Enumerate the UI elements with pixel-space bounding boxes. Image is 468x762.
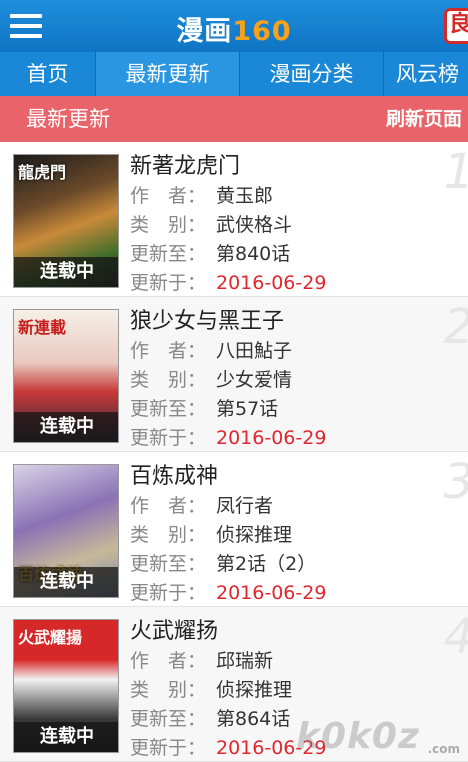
tab-categories[interactable]: 漫画分类: [240, 52, 384, 96]
author-label: 作 者：: [130, 340, 207, 362]
comic-list: 龍虎門 连载中 新著龙虎门 作 者： 黄玉郎 类 别： 武侠格斗 更新至： 第840话…: [0, 142, 468, 762]
list-item[interactable]: 新連載 连载中 狼少女与黑王子 作 者： 八田鮎子 类 别： 少女爱情 更新至： 第5…: [0, 297, 468, 452]
cover-title-text: 龍虎門: [18, 163, 67, 182]
updated-to-label: 更新至：: [130, 243, 207, 265]
comic-cover[interactable]: 百炼成神 连载中: [13, 464, 119, 598]
status-badge: 连载中: [14, 412, 118, 442]
latest-chapter: 第57话: [216, 398, 279, 420]
list-item[interactable]: 龍虎門 连载中 新著龙虎门 作 者： 黄玉郎 类 别： 武侠格斗 更新至： 第840话…: [0, 142, 468, 297]
rank-number: 3: [443, 454, 468, 510]
watermark-text: k0k0z: [296, 716, 420, 757]
tab-latest[interactable]: 最新更新: [96, 52, 240, 96]
update-date: 2016-06-29: [216, 582, 327, 604]
refresh-button[interactable]: 刷新页面: [386, 96, 462, 142]
section-header: 最新更新 刷新页面: [0, 96, 468, 142]
status-badge: 连载中: [14, 567, 118, 597]
updated-to-label: 更新至：: [130, 398, 207, 420]
category-label: 类 别：: [130, 679, 207, 701]
update-date: 2016-06-29: [216, 427, 327, 449]
author-label: 作 者：: [130, 495, 207, 517]
cover-title-text: 火武耀揚: [18, 628, 83, 647]
tab-ranking[interactable]: 风云榜: [384, 52, 468, 96]
comic-info: 狼少女与黑王子 作 者： 八田鮎子 类 别： 少女爱情 更新至： 第57话 更新于： 2…: [130, 307, 326, 453]
author-value: 黄玉郎: [216, 185, 274, 207]
updated-on-label: 更新于：: [130, 427, 207, 449]
category-value: 侦探推理: [216, 524, 293, 546]
updated-on-label: 更新于：: [130, 582, 207, 604]
comic-title: 百炼成神: [130, 464, 219, 489]
author-label: 作 者：: [130, 650, 207, 672]
status-badge: 连载中: [14, 722, 118, 752]
comic-title: 狼少女与黑王子: [130, 309, 285, 334]
update-date: 2016-06-29: [216, 272, 327, 294]
comic-cover[interactable]: 火武耀揚 连载中: [13, 619, 119, 753]
comic-info: 百炼成神 作 者： 凤行者 类 别： 侦探推理 更新至： 第2话（2） 更新于： 201…: [130, 462, 326, 608]
comic-title: 火武耀扬: [130, 619, 219, 644]
comic-cover[interactable]: 龍虎門 连载中: [13, 154, 119, 288]
author-value: 八田鮎子: [216, 340, 293, 362]
category-value: 侦探推理: [216, 679, 293, 701]
category-label: 类 别：: [130, 214, 207, 236]
rank-number: 4: [443, 609, 468, 665]
tab-home[interactable]: 首页: [0, 52, 96, 96]
watermark-sub: .com: [427, 742, 460, 756]
category-label: 类 别：: [130, 369, 207, 391]
latest-chapter: 第840话: [216, 243, 291, 265]
comic-info: 新著龙虎门 作 者： 黄玉郎 类 别： 武侠格斗 更新至： 第840话 更新于： 201…: [130, 152, 326, 298]
cover-title-text: 新連載: [18, 318, 67, 337]
top-bar: 漫画160 良: [0, 0, 468, 52]
brand-logo-char: 良: [444, 8, 468, 44]
app-title-number: 160: [232, 16, 292, 47]
watermark: k0k0z .com: [296, 716, 464, 757]
comic-title: 新著龙虎门: [130, 154, 241, 179]
rank-number: 1: [443, 144, 468, 200]
updated-on-label: 更新于：: [130, 272, 207, 294]
list-item[interactable]: 百炼成神 连载中 百炼成神 作 者： 凤行者 类 别： 侦探推理 更新至： 第2话（2…: [0, 452, 468, 607]
author-value: 邱瑞新: [216, 650, 274, 672]
status-badge: 连载中: [14, 257, 118, 287]
section-title: 最新更新: [26, 107, 110, 131]
category-value: 少女爱情: [216, 369, 293, 391]
rank-number: 2: [443, 299, 468, 355]
app-title: 漫画160: [0, 9, 468, 48]
updated-on-label: 更新于：: [130, 737, 207, 759]
comic-cover[interactable]: 新連載 连载中: [13, 309, 119, 443]
latest-chapter: 第2话（2）: [216, 553, 317, 575]
category-value: 武侠格斗: [216, 214, 293, 236]
brand-logo-icon[interactable]: 良: [440, 8, 468, 44]
latest-chapter: 第864话: [216, 708, 291, 730]
category-label: 类 别：: [130, 524, 207, 546]
updated-to-label: 更新至：: [130, 553, 207, 575]
updated-to-label: 更新至：: [130, 708, 207, 730]
app-title-text: 漫画: [176, 16, 233, 47]
author-label: 作 者：: [130, 185, 207, 207]
author-value: 凤行者: [216, 495, 274, 517]
tab-bar: 首页 最新更新 漫画分类 风云榜: [0, 52, 468, 96]
